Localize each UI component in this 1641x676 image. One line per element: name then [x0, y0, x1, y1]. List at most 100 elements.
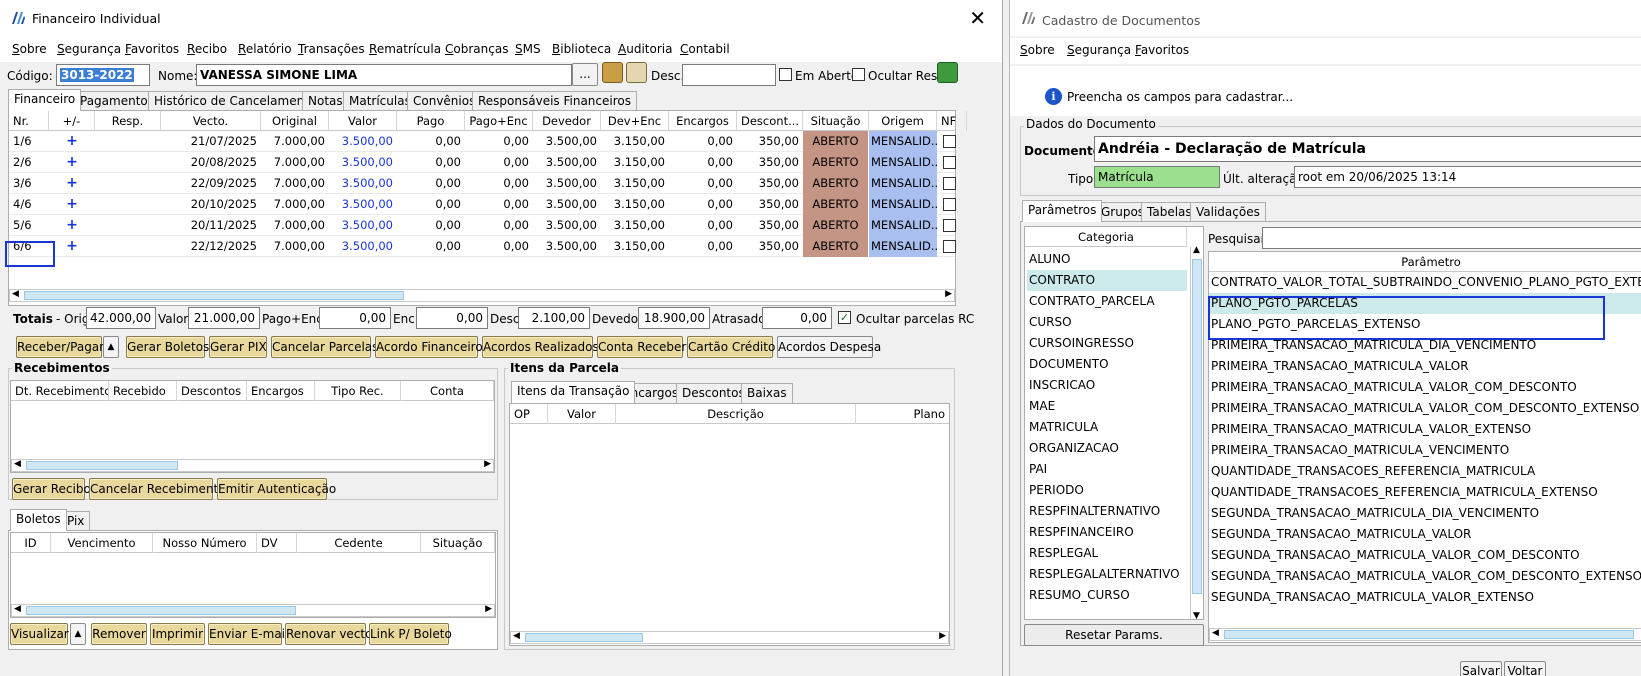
col-id[interactable]: ID [11, 533, 51, 553]
ocultar-resp-checkbox[interactable] [852, 68, 865, 81]
add-icon[interactable]: + [49, 152, 95, 173]
list-item[interactable]: QUANTIDADE_TRANSACOES_REFERENCIA_MATRICU… [1209, 482, 1641, 503]
menu-sobre-right[interactable]: Sobre [1020, 43, 1055, 57]
col-vencimento[interactable]: Vencimento [51, 533, 153, 553]
pesquisar-input[interactable] [1262, 227, 1641, 249]
col-pago-enc[interactable]: Pago+Enc [465, 111, 533, 131]
col-dt-recebimento[interactable]: Dt. Recebimento [11, 381, 109, 401]
gerar-pix-button[interactable]: Gerar PIX [209, 336, 267, 358]
close-icon[interactable]: ✕ [969, 6, 986, 30]
list-item[interactable]: RESPFINALTERNATIVO [1027, 501, 1187, 522]
table-row[interactable]: 5/6 +20/11/2025 7.000,00 3.500,00 0,00 0,00 3.… [9, 215, 956, 236]
nf-checkbox[interactable] [943, 198, 956, 211]
table-row[interactable]: 2/6 +20/08/2025 7.000,00 3.500,00 0,00 0,00 3.… [9, 152, 956, 173]
voltar-button[interactable]: Voltar [1504, 661, 1546, 676]
col-resp[interactable]: Resp. [95, 111, 161, 131]
col-encargos-rec[interactable]: Encargos [247, 381, 315, 401]
scroll-right-icon[interactable]: ▶ [939, 631, 946, 641]
menu-auditoria[interactable]: Auditoria [618, 42, 672, 56]
menu-seguranca-right[interactable]: Segurança [1067, 43, 1131, 57]
parametro-scrollbar[interactable]: ◀ [1209, 628, 1641, 641]
menu-contabil[interactable]: Contabil [680, 42, 730, 56]
col-conta[interactable]: Conta [401, 381, 494, 401]
list-item[interactable]: CONTRATO [1027, 270, 1187, 291]
list-item[interactable]: PAI [1027, 459, 1187, 480]
menu-cobrancas[interactable]: Cobranças [445, 42, 508, 56]
list-item[interactable]: DOCUMENTO [1027, 354, 1187, 375]
ocultar-rc-checkbox[interactable]: ✓ [838, 311, 851, 324]
scroll-thumb[interactable] [1224, 630, 1634, 639]
refresh-icon[interactable] [937, 62, 958, 83]
list-item[interactable]: PRIMEIRA_TRANSACAO_MATRICULA_VALOR_EXTEN… [1209, 419, 1641, 440]
col-categoria[interactable]: Categoria [1025, 227, 1187, 247]
list-item[interactable]: PRIMEIRA_TRANSACAO_MATRICULA_VALOR [1209, 356, 1641, 377]
col-tipo-rec[interactable]: Tipo Rec. [315, 381, 401, 401]
list-item[interactable]: RESUMO_CURSO [1027, 585, 1187, 606]
scroll-left-icon[interactable]: ◀ [14, 459, 21, 469]
col-situacao-boleto[interactable]: Situação [421, 533, 495, 553]
codigo-field[interactable]: 3013-2022 [56, 64, 150, 86]
scroll-thumb[interactable] [24, 291, 404, 300]
tab-convenios[interactable]: Convênios [407, 91, 482, 111]
valor-total-field[interactable]: 21.000,00 [188, 307, 260, 329]
nf-checkbox[interactable] [943, 177, 956, 190]
list-item[interactable]: CONTRATO_VALOR_TOTAL_SUBTRAINDO_CONVENIO… [1209, 272, 1641, 293]
tab-parametros[interactable]: Parâmetros [1022, 200, 1103, 222]
col-plusminus[interactable]: +/- [49, 111, 95, 131]
receber-pagar-dropdown-icon[interactable]: ▲ [103, 336, 119, 358]
col-descricao[interactable]: Descrição [616, 404, 856, 424]
table-row[interactable]: 4/6 +20/10/2025 7.000,00 3.500,00 0,00 0,00 3.… [9, 194, 956, 215]
scroll-thumb[interactable] [525, 633, 643, 642]
col-nosso-numero[interactable]: Nosso Número [153, 533, 257, 553]
scroll-down-icon[interactable]: ▼ [1193, 611, 1200, 621]
table-row[interactable]: 1/6 +21/07/2025 7.000,00 3.500,00 0,00 0,00 3.… [9, 131, 956, 152]
list-item[interactable]: MAE [1027, 396, 1187, 417]
list-item[interactable]: MATRICULA [1027, 417, 1187, 438]
desc-total-field[interactable]: 2.100,00 [518, 307, 590, 329]
gerar-boletos-button[interactable]: Gerar Boletos [126, 336, 209, 358]
tab-financeiro[interactable]: Financeiro [8, 89, 82, 111]
col-descontos-rec[interactable]: Descontos [177, 381, 247, 401]
table-row[interactable]: 3/6 +22/09/2025 7.000,00 3.500,00 0,00 0,00 3.… [9, 173, 956, 194]
tab-baixas[interactable]: Baixas [741, 383, 793, 403]
list-item[interactable]: SEGUNDA_TRANSACAO_MATRICULA_DIA_VENCIMEN… [1209, 503, 1641, 524]
enviar-email-button[interactable]: Enviar E-mail [208, 623, 288, 645]
menu-relatorio[interactable]: Relatório [238, 42, 292, 56]
menu-recibo[interactable]: Recibo [187, 42, 227, 56]
devedor-total-field[interactable]: 18.900,00 [638, 307, 710, 329]
scroll-right-icon[interactable]: ▶ [485, 604, 492, 614]
list-item[interactable]: RESPLEGAL [1027, 543, 1187, 564]
remover-button[interactable]: Remover [91, 623, 147, 645]
nf-checkbox[interactable] [943, 156, 956, 169]
list-item[interactable]: ALUNO [1027, 249, 1187, 270]
link-boleto-button[interactable]: Link P/ Boleto [369, 623, 452, 645]
tab-descontos[interactable]: Descontos [676, 383, 751, 403]
col-dev-enc[interactable]: Dev+Enc [601, 111, 669, 131]
col-encargos[interactable]: Encargos [669, 111, 737, 131]
col-descontos[interactable]: Descont... [737, 111, 803, 131]
menu-rematricula[interactable]: Rematrícula [369, 42, 441, 56]
list-item[interactable]: PERIODO [1027, 480, 1187, 501]
col-original[interactable]: Original [261, 111, 329, 131]
visualizar-dropdown-icon[interactable]: ▲ [70, 623, 86, 645]
acordos-despesa-button[interactable]: Acordos Despesa [777, 336, 881, 358]
col-nf[interactable]: NF [937, 111, 967, 131]
nf-checkbox[interactable] [943, 240, 956, 253]
scroll-left-icon[interactable]: ◀ [12, 289, 19, 299]
col-vecto[interactable]: Vecto. [161, 111, 261, 131]
renovar-vecto-button[interactable]: Renovar vecto [285, 623, 372, 645]
scroll-left-icon[interactable]: ◀ [14, 604, 21, 614]
enc-total-field[interactable]: 0,00 [416, 307, 488, 329]
scroll-thumb[interactable] [26, 461, 178, 470]
add-icon[interactable]: + [49, 131, 95, 152]
boletos-scrollbar[interactable]: ◀ ▶ [11, 604, 495, 617]
ult-alteracao-field[interactable]: root em 20/06/2025 13:14 [1294, 166, 1641, 188]
col-recebido[interactable]: Recebido [109, 381, 177, 401]
tipo-field[interactable]: Matrícula [1094, 166, 1220, 188]
orig-total-field[interactable]: 42.000,00 [86, 307, 156, 329]
list-item[interactable]: SEGUNDA_TRANSACAO_MATRICULA_VALOR [1209, 524, 1641, 545]
tab-responsaveis-financeiros[interactable]: Responsáveis Financeiros [472, 91, 637, 111]
add-icon[interactable]: + [49, 236, 95, 257]
list-item[interactable]: INSCRICAO [1027, 375, 1187, 396]
visualizar-button[interactable]: Visualizar [10, 623, 69, 645]
